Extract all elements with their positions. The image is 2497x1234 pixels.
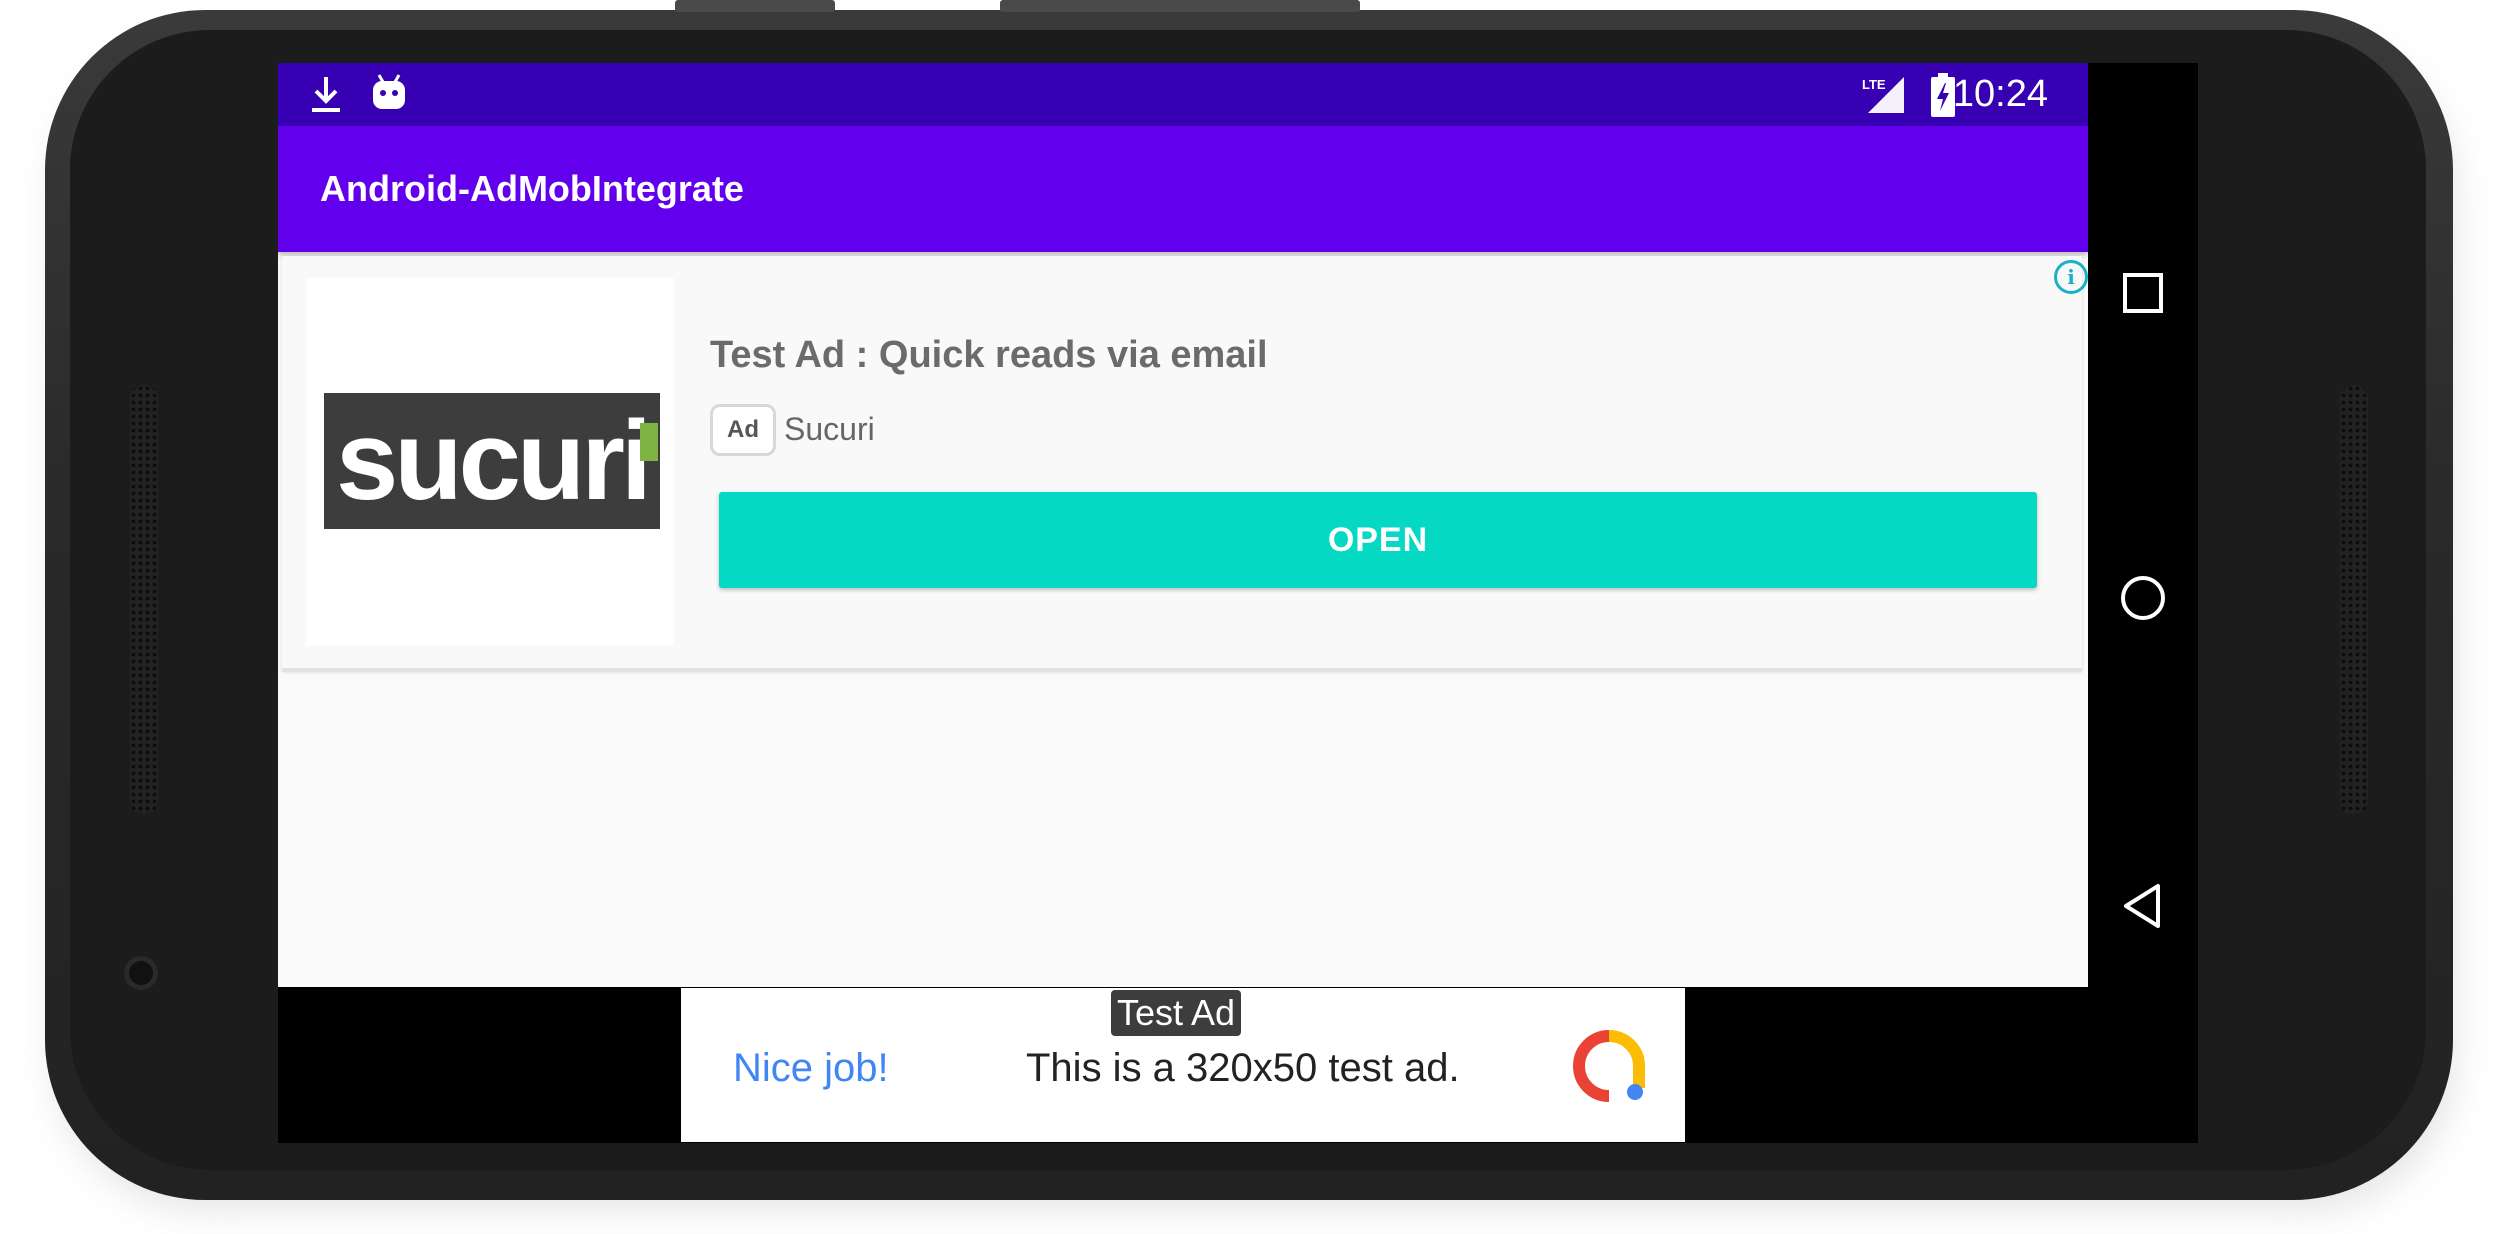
banner-test-label: Test Ad: [1111, 990, 1242, 1036]
lte-signal-icon: LTE: [1862, 77, 1904, 113]
right-speaker-grille: [2340, 385, 2368, 815]
app-content: LTE 10:24 Android-AdMobIntegrate sucuri …: [278, 63, 2088, 987]
app-title: Android-AdMobIntegrate: [320, 168, 744, 209]
open-button[interactable]: OPEN: [719, 492, 2037, 588]
ad-image[interactable]: sucuri: [306, 278, 674, 646]
back-icon[interactable]: [2118, 881, 2168, 931]
left-speaker-grille: [130, 385, 158, 815]
home-icon[interactable]: [2118, 573, 2168, 623]
recents-icon[interactable]: [2118, 268, 2168, 318]
power-button: [675, 0, 835, 12]
admob-logo-icon: [1573, 1030, 1645, 1102]
download-icon: [312, 77, 340, 112]
app-bar: Android-AdMobIntegrate: [278, 126, 2088, 252]
svg-text:LTE: LTE: [1862, 77, 1886, 92]
navigation-bar: [2088, 63, 2198, 987]
ad-advertiser: Sucuri: [784, 411, 875, 447]
native-ad-card[interactable]: sucuri Test Ad : Quick reads via email A…: [282, 256, 2088, 671]
device-screen: LTE 10:24 Android-AdMobIntegrate sucuri …: [278, 63, 2198, 1143]
sucuri-logo: sucuri: [324, 393, 660, 529]
banner-ad[interactable]: Test Ad Nice job! This is a 320x50 test …: [681, 988, 1685, 1142]
android-debug-icon: [373, 74, 405, 109]
volume-button: [1000, 0, 1360, 12]
banner-nice-job: Nice job!: [733, 1046, 889, 1090]
info-icon[interactable]: i: [2054, 260, 2088, 294]
ad-badge: Ad: [710, 404, 776, 456]
front-camera: [124, 956, 158, 990]
banner-text: This is a 320x50 test ad.: [1026, 1046, 1460, 1090]
ad-headline[interactable]: Test Ad : Quick reads via email: [710, 334, 1268, 377]
sucuri-logo-accent: [640, 423, 658, 461]
status-clock: 10:24: [1952, 73, 2048, 115]
status-bar: LTE 10:24: [278, 63, 2088, 126]
